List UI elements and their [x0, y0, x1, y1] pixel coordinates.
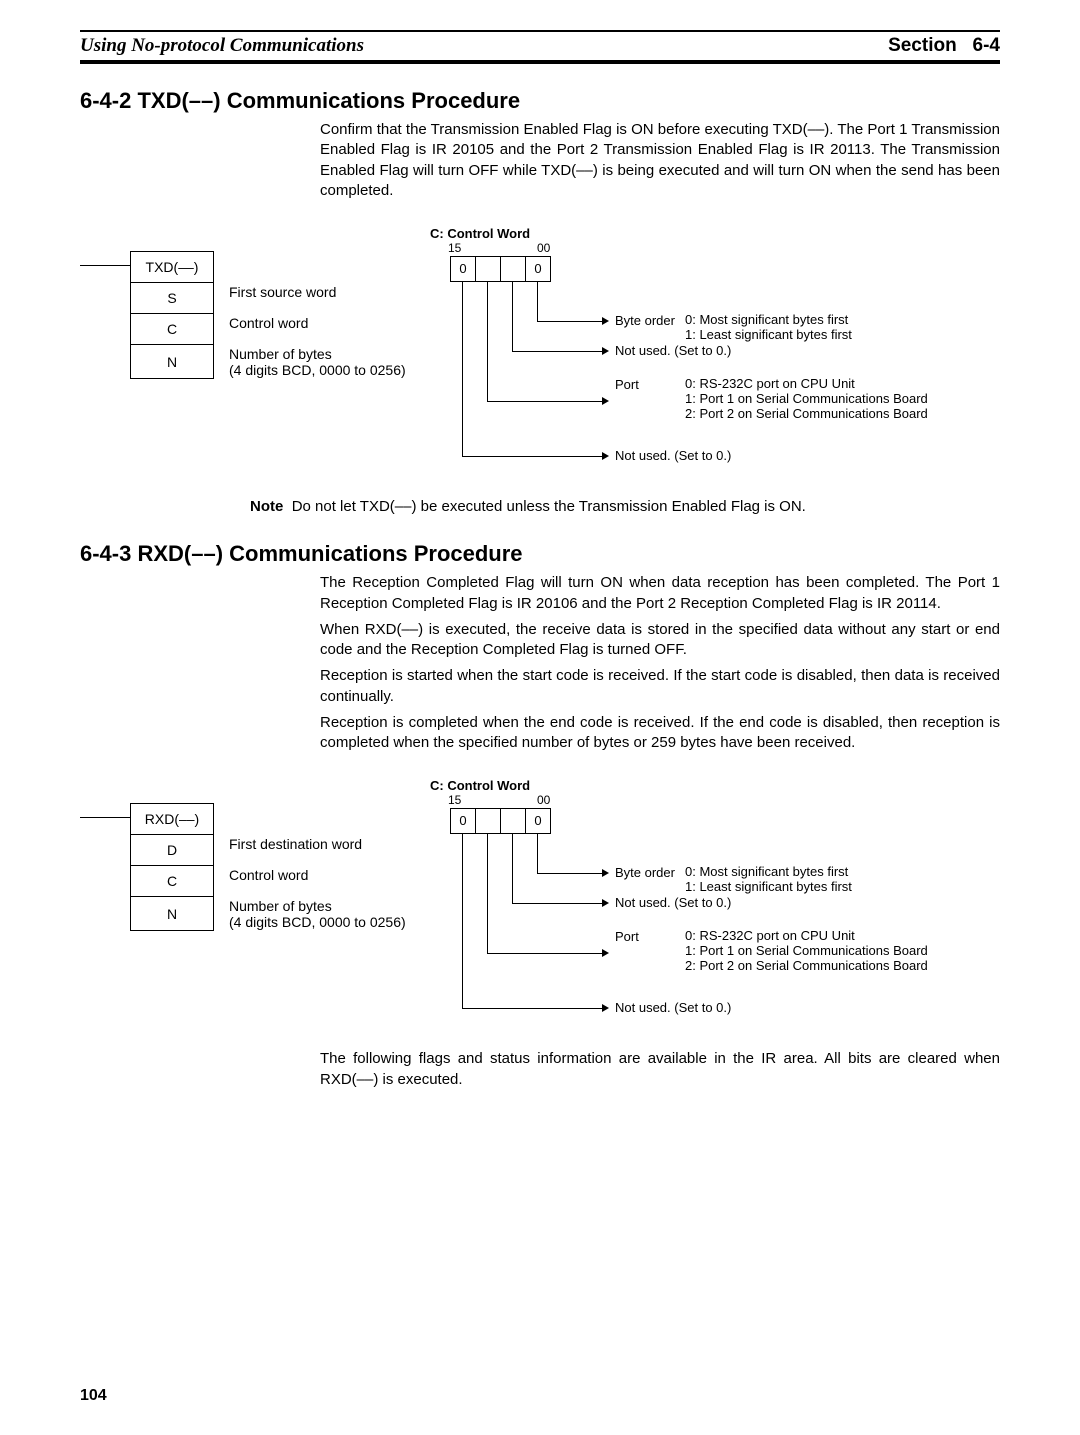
para-643-1: The Reception Completed Flag will turn O…: [320, 573, 1000, 614]
bit15-label: 15: [448, 793, 461, 807]
diagram-txd: C: Control Word TXD(––) S First source w…: [80, 226, 1000, 491]
desc-n: Number of bytes (4 digits BCD, 0000 to 0…: [214, 897, 407, 931]
para-643-2: When RXD(––) is executed, the receive da…: [320, 620, 1000, 661]
page-header: Using No-protocol Communications Section…: [80, 30, 1000, 64]
bitbox: 0 0: [450, 808, 551, 834]
not-used-2: Not used. (Set to 0.): [615, 449, 731, 464]
not-used-1: Not used. (Set to 0.): [615, 344, 731, 359]
nibble-07-04: [501, 257, 526, 281]
cell-op: RXD(––): [131, 804, 214, 835]
not-used-1: Not used. (Set to 0.): [615, 896, 731, 911]
nibble-03-00: 0: [526, 809, 550, 833]
nibble-15-12: 0: [451, 257, 476, 281]
cell-s: S: [131, 283, 214, 314]
note-text: Do not let TXD(––) be executed unless th…: [292, 498, 806, 515]
para-643-4: Reception is completed when the end code…: [320, 713, 1000, 754]
section-word: Section: [888, 35, 957, 56]
bit00-label: 00: [537, 793, 550, 807]
desc-c: Control word: [214, 866, 407, 897]
para-643-tail: The following flags and status informati…: [320, 1049, 1000, 1090]
control-word-title-txd: C: Control Word: [430, 226, 530, 241]
note-label: Note: [250, 498, 283, 515]
port-desc: 0: RS-232C port on CPU Unit 1: Port 1 on…: [685, 377, 928, 422]
cell-c: C: [131, 866, 214, 897]
heading-643: 6-4-3 RXD(––) Communications Procedure: [80, 541, 1000, 567]
operand-table-txd: TXD(––) S First source word C Control wo…: [130, 251, 407, 379]
cell-c: C: [131, 314, 214, 345]
lead-line: [80, 817, 130, 818]
cell-n: N: [131, 345, 214, 379]
desc-d: First destination word: [214, 835, 407, 866]
bitbox: 0 0: [450, 256, 551, 282]
heading-642: 6-4-2 TXD(––) Communications Procedure: [80, 88, 1000, 114]
port-label: Port: [615, 377, 685, 392]
header-title: Using No-protocol Communications: [80, 35, 364, 57]
nibble-07-04: [501, 809, 526, 833]
bit15-label: 15: [448, 241, 461, 255]
nibble-11-08: [476, 257, 501, 281]
cell-op: TXD(––): [131, 252, 214, 283]
desc-n: Number of bytes (4 digits BCD, 0000 to 0…: [214, 345, 407, 379]
nibble-03-00: 0: [526, 257, 550, 281]
byte-order-label: Byte order: [615, 313, 685, 328]
cell-n: N: [131, 897, 214, 931]
port-desc: 0: RS-232C port on CPU Unit 1: Port 1 on…: [685, 929, 928, 974]
operand-table-rxd: RXD(––) D First destination word C Contr…: [130, 803, 407, 931]
byte-order-desc: 0: Most significant bytes first 1: Least…: [685, 865, 852, 895]
byte-order-desc: 0: Most significant bytes first 1: Least…: [685, 313, 852, 343]
nibble-11-08: [476, 809, 501, 833]
nibble-15-12: 0: [451, 809, 476, 833]
control-word-title-rxd: C: Control Word: [430, 778, 530, 793]
note-642: Note Do not let TXD(––) be executed unle…: [250, 497, 1000, 517]
lead-line: [80, 265, 130, 266]
header-section: Section 6-4: [888, 35, 1000, 57]
byte-order-label: Byte order: [615, 865, 685, 880]
not-used-2: Not used. (Set to 0.): [615, 1001, 731, 1016]
para-643-3: Reception is started when the start code…: [320, 666, 1000, 707]
page-number: 104: [80, 1387, 107, 1405]
section-number: 6-4: [973, 35, 1000, 56]
port-label: Port: [615, 929, 685, 944]
bit00-label: 00: [537, 241, 550, 255]
cell-d: D: [131, 835, 214, 866]
desc-s: First source word: [214, 283, 407, 314]
diagram-rxd: C: Control Word RXD(––) D First destinat…: [80, 778, 1000, 1043]
para-642-1: Confirm that the Transmission Enabled Fl…: [320, 120, 1000, 201]
desc-c: Control word: [214, 314, 407, 345]
